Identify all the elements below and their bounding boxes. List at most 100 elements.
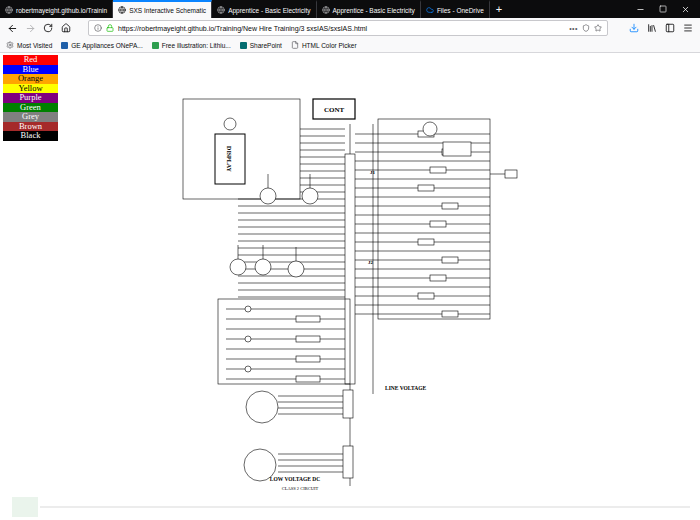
legend-row: Grey <box>3 112 58 122</box>
wire <box>490 174 505 175</box>
forward-button[interactable] <box>24 21 36 35</box>
library-icon[interactable] <box>647 23 657 33</box>
bookmark-item[interactable]: GE Appliances ONePA... <box>61 42 142 49</box>
wire <box>238 283 345 284</box>
legend-row: Red <box>3 55 58 65</box>
sensor-circuit <box>226 306 345 312</box>
legend-row: Black <box>3 131 58 141</box>
url-text[interactable]: https://robertmayeight.github.io/Trainin… <box>118 25 565 32</box>
load-circuit <box>355 131 490 137</box>
sidebar-icon[interactable] <box>665 23 675 33</box>
downloads-button[interactable] <box>628 21 640 35</box>
load-circuit <box>355 221 490 227</box>
sensor-circuit <box>226 316 345 322</box>
minimize-icon[interactable] <box>636 5 645 14</box>
close-icon[interactable] <box>681 5 690 14</box>
load-circuit <box>355 257 490 263</box>
page-actions-button[interactable]: ••• <box>569 25 578 32</box>
door-switch <box>505 170 517 178</box>
bookmark-item[interactable]: Free illustration: Lithiu... <box>152 42 231 49</box>
load-circuit <box>355 311 490 317</box>
sensor-circuit <box>226 336 345 342</box>
navigation-bar: https://robertmayeight.github.io/Trainin… <box>0 18 700 38</box>
load-circuit <box>355 293 490 299</box>
download-icon[interactable] <box>629 23 639 33</box>
browser-tab[interactable]: Apprentice - Basic Electricity <box>317 0 421 18</box>
fan-motor <box>255 245 271 275</box>
load-circuit <box>355 233 490 234</box>
display-board <box>215 134 245 184</box>
fan-motor <box>302 174 318 204</box>
menu-button[interactable] <box>682 21 694 35</box>
browser-tab[interactable]: robertmayeight.github.io/Trainin <box>0 0 113 18</box>
load-circuit <box>355 239 490 245</box>
bookmark-item[interactable]: SharePoint <box>240 42 282 49</box>
horizontal-scrollbar[interactable] <box>40 506 690 508</box>
connector-j3 <box>343 390 353 418</box>
globe-icon <box>217 6 225 14</box>
wire <box>278 460 343 461</box>
load-circuit <box>355 275 490 281</box>
wiring-schematic: CONTDISPLAYJ1J2LINE VOLTAGELOW VOLTAGE D… <box>178 94 523 494</box>
url-field[interactable]: https://robertmayeight.github.io/Trainin… <box>88 20 608 36</box>
legend-row: Yellow <box>3 84 58 94</box>
wire <box>238 220 345 221</box>
info-icon[interactable] <box>94 24 102 32</box>
load-circuit <box>355 305 490 306</box>
home-icon[interactable] <box>61 23 71 33</box>
home-button[interactable] <box>60 21 72 35</box>
reload-icon[interactable] <box>43 23 53 33</box>
lock-icon <box>106 24 114 32</box>
schematic-label: DISPLAY <box>226 146 232 172</box>
wire <box>278 402 343 403</box>
overload-block <box>443 142 471 156</box>
wire <box>300 157 345 158</box>
schematic-label: CLASS 2 CIRCUIT <box>282 486 319 491</box>
back-button[interactable] <box>6 21 18 35</box>
wire <box>238 241 345 242</box>
line-voltage-panel <box>378 119 490 319</box>
line-voltage-boundary <box>373 124 374 394</box>
forward-arrow-icon[interactable] <box>25 23 36 34</box>
browser-tab[interactable]: Files - OneDrive <box>421 0 490 18</box>
sensor-circuit <box>226 366 345 372</box>
load-circuit <box>355 167 490 173</box>
onedrive-icon <box>426 6 434 14</box>
wire <box>238 248 345 249</box>
tab-strip: robertmayeight.github.io/TraininSXS Inte… <box>0 0 700 18</box>
browser-tab[interactable]: SXS Interactive Schematic <box>113 0 212 18</box>
bottom-strip <box>0 494 700 520</box>
wire-color-legend: RedBlueOrangeYellowPurpleGreenGreyBrownB… <box>3 55 58 141</box>
browser-tab[interactable]: Apprentice - Basic Electricity <box>212 0 316 18</box>
new-tab-button[interactable]: + <box>490 0 508 18</box>
pocket-icon[interactable] <box>582 24 590 32</box>
sharepoint-icon <box>240 42 247 49</box>
back-arrow-icon[interactable] <box>7 23 18 34</box>
compressor-relay <box>423 122 437 136</box>
wire <box>238 290 345 291</box>
library-button[interactable] <box>646 21 658 35</box>
wire <box>278 408 343 409</box>
wire <box>278 414 343 415</box>
schematic-label: J2 <box>368 260 374 265</box>
bookmark-item[interactable]: Most Visited <box>6 41 52 49</box>
bookmark-item[interactable]: HTML Color Picker <box>291 41 357 49</box>
menu-icon[interactable] <box>683 23 693 33</box>
wire <box>300 136 345 137</box>
legend-row: Purple <box>3 93 58 103</box>
wire <box>278 472 343 473</box>
bookmark-star-icon[interactable] <box>594 24 602 32</box>
wire <box>238 234 345 235</box>
load-circuit <box>355 185 490 191</box>
content-row: RedBlueOrangeYellowPurpleGreenGreyBrownB… <box>0 53 700 494</box>
page-icon <box>291 41 299 49</box>
sidebar-button[interactable] <box>664 21 676 35</box>
sensor-panel <box>218 299 350 384</box>
maximize-icon[interactable] <box>659 5 667 13</box>
load-circuit <box>355 287 490 288</box>
globe-icon <box>5 6 13 14</box>
globe-icon <box>118 6 126 14</box>
wire <box>238 227 345 228</box>
wire <box>238 255 345 256</box>
reload-button[interactable] <box>42 21 54 35</box>
